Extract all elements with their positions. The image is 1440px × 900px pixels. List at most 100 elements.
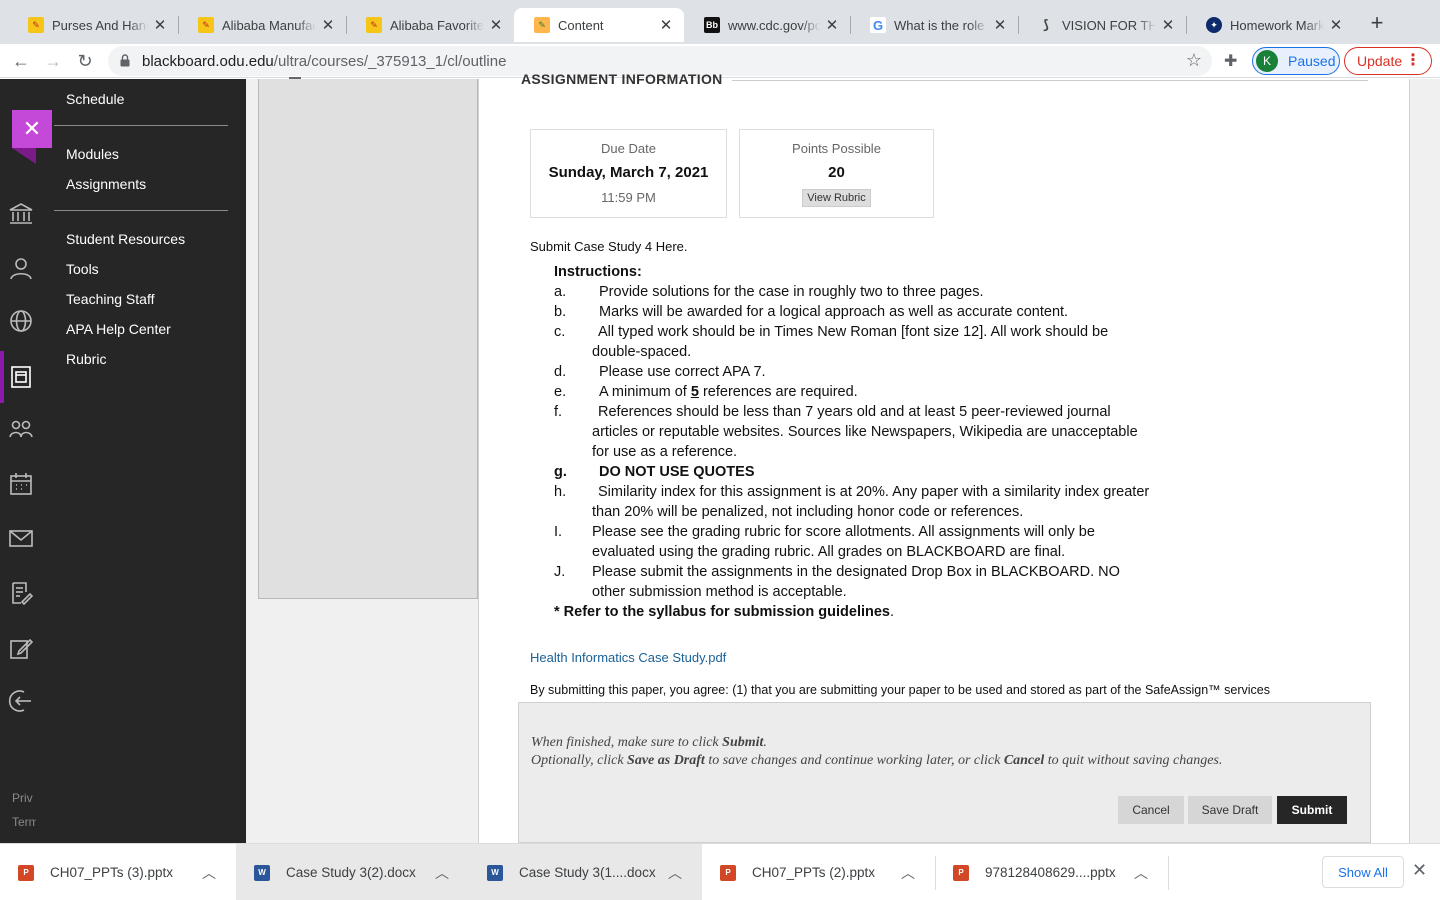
download-item[interactable]: P CH07_PPTs (3).pptx ︿ [0, 844, 236, 900]
organizations-icon[interactable] [8, 417, 34, 443]
bookmark-star-icon[interactable]: ☆ [1186, 50, 1202, 71]
close-course-menu-button[interactable]: ✕ [12, 110, 52, 148]
calendar-icon[interactable] [8, 471, 34, 497]
list-letter: f. [554, 404, 563, 420]
section-divider [732, 80, 1368, 81]
browser-tab[interactable]: ✎ Alibaba Favorites ✕ [346, 8, 514, 42]
sign-out-icon[interactable] [8, 688, 34, 714]
new-tab-button[interactable]: + [1366, 12, 1388, 36]
browser-tab[interactable]: ✦ Homework Market ✕ [1186, 8, 1354, 42]
menu-item-tools[interactable]: Tools [66, 261, 99, 277]
alibaba-icon: ✎ [366, 17, 382, 33]
profile-button[interactable]: K Paused [1252, 47, 1340, 75]
browser-tab[interactable]: ✎ Alibaba Manufacturer ✕ [178, 8, 346, 42]
note-emphasis: Submit [722, 735, 764, 750]
menu-item-schedule[interactable]: Schedule [66, 91, 124, 107]
syllabus-note-text: * Refer to the syllabus for submission g… [554, 604, 890, 620]
course-outline-panel [258, 77, 478, 599]
list-item: d. Please use correct APA 7. [554, 362, 1154, 382]
menu-divider [54, 125, 228, 126]
extensions-puzzle-icon[interactable]: ✚ [1224, 51, 1237, 71]
points-value: 20 [828, 164, 845, 181]
chevron-up-icon[interactable]: ︿ [668, 863, 682, 883]
download-item[interactable]: P CH07_PPTs (2).pptx ︿ [702, 844, 935, 900]
close-icon[interactable]: ✕ [824, 16, 840, 34]
chevron-up-icon[interactable]: ︿ [901, 863, 915, 883]
download-item[interactable]: W Case Study 3(1....docx ︿ [469, 844, 702, 900]
close-icon[interactable]: ✕ [992, 16, 1008, 34]
tab-title: VISION FOR THE F [1062, 17, 1156, 33]
course-menu: Schedule Modules Assignments Student Res… [36, 79, 246, 843]
browser-tab[interactable]: Bb www.cdc.gov/pcd/ ✕ [684, 8, 850, 42]
download-item[interactable]: W Case Study 3(2).docx ︿ [236, 844, 469, 900]
close-icon[interactable]: ✕ [320, 16, 336, 34]
reload-icon[interactable]: ↻ [72, 48, 98, 74]
list-item: a. Provide solutions for the case in rou… [554, 282, 1154, 302]
list-letter: b. [554, 304, 567, 320]
update-button[interactable]: Update ⋮ [1344, 47, 1432, 75]
link-icon: ⟆ [1043, 17, 1049, 32]
institution-icon[interactable] [8, 201, 34, 227]
close-icon: ✕ [22, 116, 42, 141]
due-date-value: Sunday, March 7, 2021 [548, 164, 709, 181]
save-draft-button[interactable]: Save Draft [1188, 796, 1272, 824]
show-all-downloads-button[interactable]: Show All [1322, 856, 1404, 888]
menu-item-assignments[interactable]: Assignments [66, 176, 146, 192]
browser-tab[interactable]: ⟆ VISION FOR THE F ✕ [1018, 8, 1186, 42]
menu-item-teaching-staff[interactable]: Teaching Staff [66, 291, 154, 307]
menu-item-student-resources[interactable]: Student Resources [66, 231, 185, 247]
menu-divider [54, 210, 228, 211]
word-file-icon: W [487, 864, 503, 881]
close-icon[interactable]: ✕ [1160, 16, 1176, 34]
close-icon[interactable]: ✕ [1328, 16, 1344, 34]
syllabus-note: * Refer to the syllabus for submission g… [554, 602, 1154, 622]
messages-envelope-icon[interactable] [8, 525, 34, 551]
list-text: Provide solutions for the case in roughl… [599, 284, 984, 300]
list-letter: e. [554, 384, 567, 400]
reference-count: 5 [690, 384, 699, 400]
submit-instruction: Submit Case Study 4 Here. [530, 239, 688, 254]
globe-icon[interactable] [8, 308, 34, 334]
courses-icon[interactable] [8, 364, 34, 390]
safeassign-agreement: By submitting this paper, you agree: (1)… [530, 683, 1270, 697]
chevron-up-icon[interactable]: ︿ [435, 863, 449, 883]
terms-link[interactable]: Term [12, 815, 39, 829]
menu-item-rubric[interactable]: Rubric [66, 351, 106, 367]
tab-title: Alibaba Favorites [390, 17, 484, 33]
browser-tab[interactable]: ✎ Purses And Handbags ✕ [8, 8, 178, 42]
points-label: Points Possible [792, 141, 881, 156]
avatar: K [1256, 50, 1278, 72]
attachment-link[interactable]: Health Informatics Case Study.pdf [530, 650, 726, 665]
section-heading: ASSIGNMENT INFORMATION [521, 71, 723, 87]
chevron-up-icon[interactable]: ︿ [1134, 863, 1148, 883]
close-icon[interactable]: ✕ [1412, 860, 1427, 881]
update-label: Update [1357, 53, 1403, 69]
list-item: g. DO NOT USE QUOTES [554, 462, 1154, 482]
lock-icon [120, 54, 130, 67]
submit-button[interactable]: Submit [1277, 796, 1347, 824]
back-arrow-icon[interactable]: ← [8, 48, 34, 74]
close-icon[interactable]: ✕ [658, 16, 674, 34]
google-icon: G [870, 17, 886, 33]
privacy-link[interactable]: Priv [12, 791, 33, 805]
note-text: . [763, 735, 767, 750]
forward-arrow-icon[interactable]: → [40, 48, 66, 74]
close-icon[interactable]: ✕ [152, 16, 168, 34]
tools-edit-icon[interactable] [8, 635, 34, 661]
list-item: c. All typed work should be in Times New… [554, 322, 1154, 362]
list-letter: h. [554, 484, 567, 500]
grades-icon[interactable] [8, 580, 34, 606]
download-separator [1168, 856, 1169, 890]
browser-tab[interactable]: G What is the role of ✕ [850, 8, 1018, 42]
download-item[interactable]: P 978128408629....pptx ︿ [935, 844, 1168, 900]
view-rubric-button[interactable]: View Rubric [802, 189, 871, 207]
profile-person-icon[interactable] [8, 255, 34, 281]
menu-item-modules[interactable]: Modules [66, 146, 119, 162]
menu-item-apa-help-center[interactable]: APA Help Center [66, 321, 171, 337]
browser-tab-active[interactable]: ✎ Content ✕ [514, 8, 684, 42]
close-icon[interactable]: ✕ [488, 16, 504, 34]
list-text: Please submit the assignments in the des… [592, 564, 1120, 600]
cancel-button[interactable]: Cancel [1118, 796, 1184, 824]
points-card: Points Possible 20 View Rubric [739, 129, 934, 218]
chevron-up-icon[interactable]: ︿ [202, 863, 216, 883]
